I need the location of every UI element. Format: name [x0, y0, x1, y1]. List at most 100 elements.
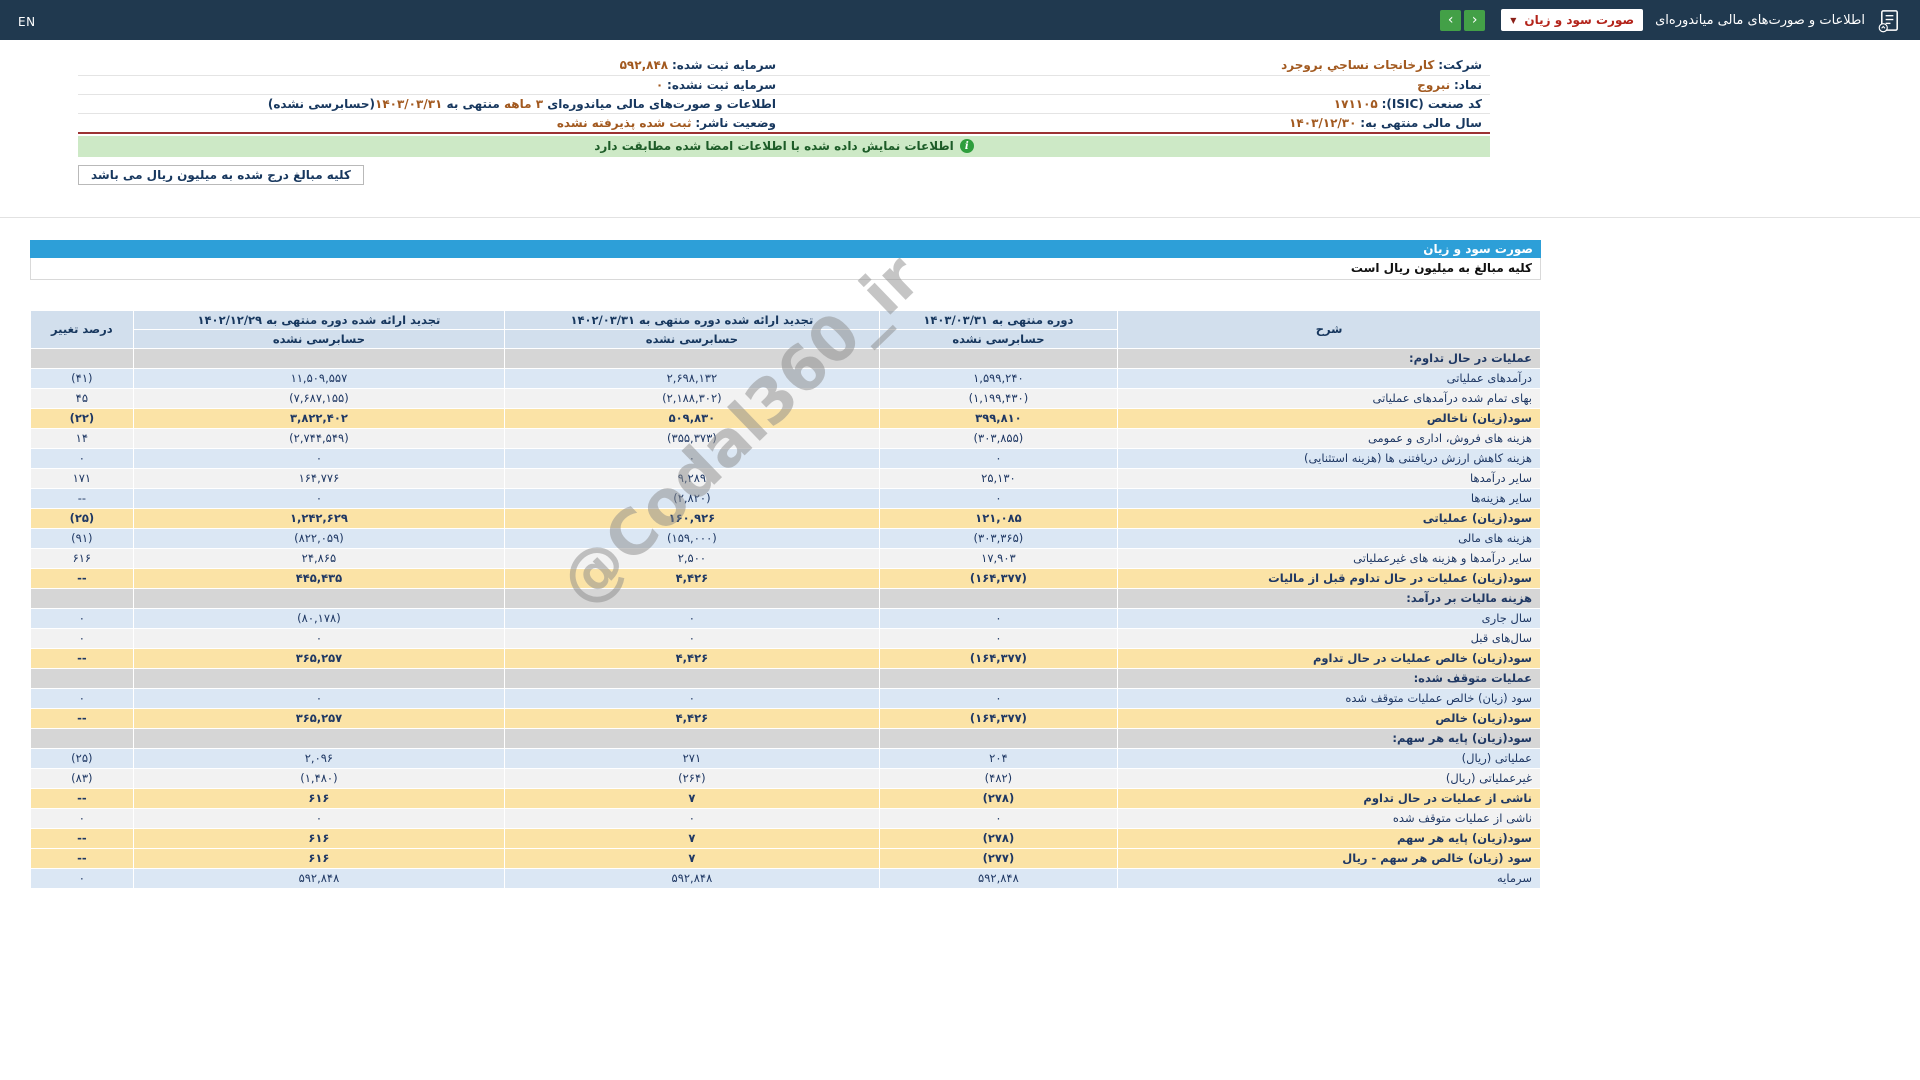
info-row: شرکت: کارخانجات نساجي بروجرد سرمایه ثبت …: [78, 56, 1490, 76]
value-cell: ۲۰۴: [878, 747, 1119, 769]
value-cell: ۹,۲۸۹: [504, 467, 880, 489]
value-cell: (۴۱): [30, 367, 134, 389]
table-row: سرمایه ۵۹۲,۸۴۸ ۵۹۲,۸۴۸ ۵۹۲,۸۴۸ ۰: [30, 867, 1541, 889]
value-cell: (۱۶۴,۳۷۷): [878, 707, 1119, 729]
prev-period-button[interactable]: ‹: [1464, 9, 1486, 31]
col-subheader-current-unaudited: حسابرسی نشده: [878, 328, 1119, 349]
language-toggle-en[interactable]: EN: [18, 15, 36, 29]
value-cell: ۰: [30, 807, 134, 829]
value-cell: (۱۶۴,۳۷۷): [878, 647, 1119, 669]
income-statement-table: شرح دوره منتهی به ۱۴۰۳/۰۳/۳۱ تجدید ارائه…: [30, 309, 1541, 889]
value-cell: ۵۹۲,۸۴۸: [504, 867, 880, 889]
top-navbar: اطلاعات و صورت‌های مالی میاندوره‌ای صورت…: [0, 0, 1920, 40]
symbol-value: نبروج: [1417, 77, 1451, 92]
company-label: شرکت:: [1438, 58, 1482, 73]
value-cell: (۸۲۲,۰۵۹): [132, 527, 506, 549]
value-cell: ۱,۲۴۲,۶۲۹: [132, 507, 506, 529]
row-label: هزینه های فروش، اداری و عمومی: [1117, 427, 1541, 449]
symbol-cell: نماد: نبروج: [784, 75, 1490, 95]
section-cell: [30, 587, 134, 609]
section-row: عملیات در حال تداوم:: [30, 347, 1541, 369]
table-row: هزینه های مالی (۳۰۳,۳۶۵) (۱۵۹,۰۰۰) (۸۲۲,۰۵۹…: [30, 527, 1541, 549]
table-row: بهای تمام شده درآمدهای عملیاتی (۱,۱۹۹,۴۳۰…: [30, 387, 1541, 409]
value-cell: ۶۱۶: [132, 827, 506, 849]
value-cell: ۴,۴۲۶: [504, 567, 880, 589]
row-label: سود(زیان) پایه هر سهم: [1117, 827, 1541, 849]
value-cell: ۶۱۶: [132, 847, 506, 869]
table-row: سال‌های قبل ۰ ۰ ۰ ۰: [30, 627, 1541, 649]
row-label: سود(زیان) عملیات در حال تداوم قبل از مال…: [1117, 567, 1541, 589]
unregistered-capital-cell: سرمایه ثبت نشده: ۰: [78, 75, 784, 95]
row-label: هزینه کاهش ارزش دریافتنی ها (هزینه استثن…: [1117, 447, 1541, 469]
value-cell: ۱,۵۹۹,۲۴۰: [878, 367, 1119, 389]
value-cell: (۳۰۳,۸۵۵): [878, 427, 1119, 449]
table-row: عملیاتی (ریال) ۲۰۴ ۲۷۱ ۲,۰۹۶ (۲۵): [30, 747, 1541, 769]
row-label: عملیاتی (ریال): [1117, 747, 1541, 769]
col-subheader-prior-unaudited: حسابرسی نشده: [504, 328, 880, 349]
table-row: هزینه های فروش، اداری و عمومی (۳۰۳,۸۵۵) (۳…: [30, 427, 1541, 449]
unit-note-box: کلیه مبالغ درج شده به میلیون ریال می باش…: [78, 164, 364, 185]
table-row: سود(زیان) عملیاتی ۱۲۱,۰۸۵ ۱۶۰,۹۲۶ ۱,۲۴۲,۶۲۹…: [30, 507, 1541, 529]
value-cell: (۲,۷۴۴,۵۴۹): [132, 427, 506, 449]
next-period-button[interactable]: ›: [1440, 9, 1462, 31]
row-label: درآمدهای عملیاتی: [1117, 367, 1541, 389]
value-cell: ۰: [504, 807, 880, 829]
symbol-label: نماد:: [1453, 77, 1482, 92]
value-cell: ۵۹۲,۸۴۸: [878, 867, 1119, 889]
value-cell: ۱۶۰,۹۲۶: [504, 507, 880, 529]
info-row: نماد: نبروج سرمایه ثبت نشده: ۰: [78, 75, 1490, 95]
statement-type-dropdown[interactable]: صورت سود و زیان ▼: [1501, 9, 1644, 31]
section-cell: [30, 667, 134, 689]
table-row: سایر درآمدها و هزینه های غیرعملیاتی ۱۷,۹۰…: [30, 547, 1541, 569]
value-cell: (۲۵): [30, 507, 134, 529]
value-cell: (۲۵): [30, 747, 134, 769]
col-header-current-period: دوره منتهی به ۱۴۰۳/۰۳/۳۱: [878, 309, 1119, 330]
table-header-row: شرح دوره منتهی به ۱۴۰۳/۰۳/۳۱ تجدید ارائه…: [30, 309, 1541, 349]
value-cell: ۲,۵۰۰: [504, 547, 880, 569]
value-cell: --: [30, 827, 134, 849]
section-divider: [0, 216, 1920, 218]
company-info-section: شرکت: کارخانجات نساجي بروجرد سرمایه ثبت …: [78, 56, 1490, 134]
col-header-description: شرح: [1117, 309, 1541, 349]
fiscal-year-cell: سال مالی منتهی به: ۱۴۰۳/۱۲/۳۰: [784, 113, 1490, 133]
row-label: بهای تمام شده درآمدهای عملیاتی: [1117, 387, 1541, 409]
col-subheader-year-unaudited: حسابرسی نشده: [132, 328, 506, 349]
value-cell: ۳۶۵,۲۵۷: [132, 647, 506, 669]
table-row: درآمدهای عملیاتی ۱,۵۹۹,۲۴۰ ۲,۶۹۸,۱۳۲ ۱۱,۵۰۹…: [30, 367, 1541, 389]
table-row: سود(زیان) خالص (۱۶۴,۳۷۷) ۴,۴۲۶ ۳۶۵,۲۵۷ --: [30, 707, 1541, 729]
value-cell: (۲,۸۲۰): [504, 487, 880, 509]
value-cell: ۰: [30, 627, 134, 649]
section-cell: [132, 727, 506, 749]
value-cell: (۲,۱۸۸,۳۰۲): [504, 387, 880, 409]
table-row: سود(زیان) پایه هر سهم (۲۷۸) ۷ ۶۱۶ --: [30, 827, 1541, 849]
statement-body: عملیات در حال تداوم: درآمدهای عملیاتی ۱,۵۹…: [30, 347, 1541, 889]
section-cell: [132, 347, 506, 369]
row-label: سایر درآمدها و هزینه های غیرعملیاتی: [1117, 547, 1541, 569]
value-cell: ۱۷۱: [30, 467, 134, 489]
value-cell: ۴,۴۲۶: [504, 647, 880, 669]
table-row: ناشی از عملیات در حال تداوم (۲۷۸) ۷ ۶۱۶ --: [30, 787, 1541, 809]
row-label: سال جاری: [1117, 607, 1541, 629]
row-label: سرمایه: [1117, 867, 1541, 889]
value-cell: ۲۵,۱۳۰: [878, 467, 1119, 489]
value-cell: ۰: [878, 447, 1119, 469]
value-cell: --: [30, 787, 134, 809]
value-cell: ۷: [504, 847, 880, 869]
signature-match-banner: i اطلاعات نمایش داده شده با اطلاعات امضا…: [78, 135, 1490, 157]
value-cell: (۳۵۵,۳۷۳): [504, 427, 880, 449]
value-cell: ۱۷,۹۰۳: [878, 547, 1119, 569]
info-row: کد صنعت (ISIC): ۱۷۱۱۰۵ اطلاعات و صورت‌ها…: [78, 94, 1490, 114]
value-cell: ۴۴۵,۴۳۵: [132, 567, 506, 589]
value-cell: --: [30, 487, 134, 509]
section-cell: [878, 667, 1119, 689]
value-cell: (۱۶۴,۳۷۷): [878, 567, 1119, 589]
row-label: سود(زیان) ناخالص: [1117, 407, 1541, 429]
period-mid: منتهی به: [442, 96, 500, 111]
chevron-down-icon: ▼: [1510, 15, 1517, 25]
row-label: سود(زیان) عملیاتی: [1117, 507, 1541, 529]
row-label: سود(زیان) پایه هر سهم:: [1117, 727, 1541, 749]
table-row: سال جاری ۰ ۰ (۸۰,۱۷۸) ۰: [30, 607, 1541, 629]
value-cell: ۰: [504, 627, 880, 649]
unregistered-capital-value: ۰: [655, 77, 664, 92]
report-icon[interactable]: [1877, 8, 1902, 33]
